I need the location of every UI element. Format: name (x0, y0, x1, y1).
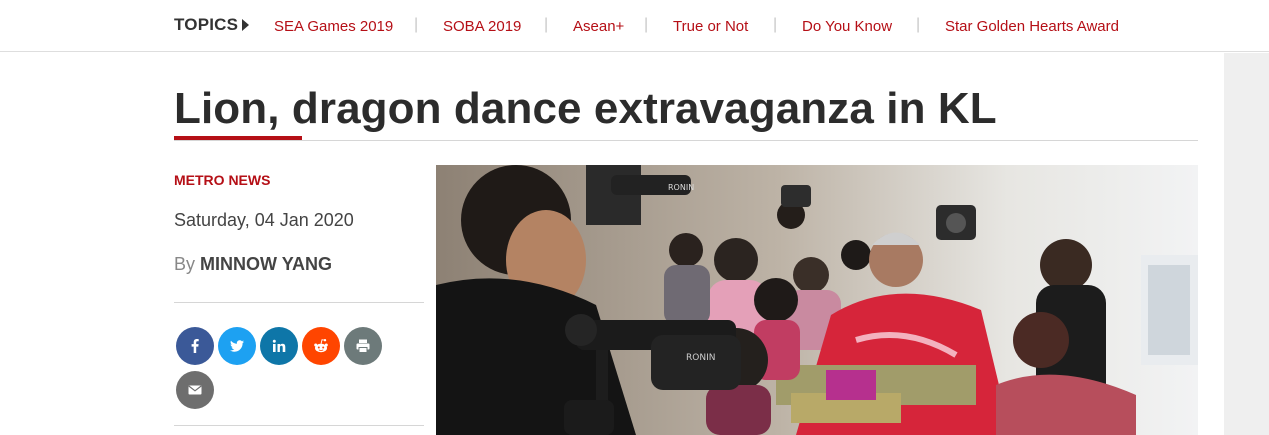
share-twitter-button[interactable] (218, 327, 256, 365)
author-link[interactable]: MINNOW YANG (200, 254, 332, 274)
topics-bar: TOPICS SEA Games 2019 | SOBA 2019 | Asea… (0, 0, 1269, 52)
topic-separator: | (916, 16, 921, 33)
topic-link-do-you-know[interactable]: Do You Know (802, 18, 892, 35)
meta-divider-bottom (174, 425, 424, 426)
right-gutter (1224, 53, 1269, 435)
share-email-button[interactable] (176, 371, 214, 409)
headline-divider (174, 140, 1198, 141)
category-link[interactable]: METRO NEWS (174, 172, 270, 188)
byline-prefix: By (174, 254, 196, 274)
topic-separator: | (414, 16, 419, 33)
topic-separator: | (773, 16, 778, 33)
camera-gimbal-label: RONIN (668, 183, 694, 192)
print-icon (356, 339, 370, 353)
topic-separator: | (644, 16, 649, 33)
topic-separator: | (544, 16, 549, 33)
topic-link-soba-2019[interactable]: SOBA 2019 (443, 18, 521, 35)
share-reddit-button[interactable] (302, 327, 340, 365)
topics-label: TOPICS (174, 15, 239, 34)
caret-right-icon (242, 19, 249, 31)
headline-accent-bar (174, 136, 302, 140)
publish-date: Saturday, 04 Jan 2020 (174, 210, 354, 230)
share-print-button[interactable] (344, 327, 382, 365)
topic-link-asean[interactable]: Asean+ (573, 18, 624, 35)
facebook-icon (191, 339, 199, 353)
email-icon (188, 385, 202, 395)
share-linkedin-button[interactable] (260, 327, 298, 365)
twitter-icon (230, 340, 244, 352)
camera-gimbal-label: RONIN (686, 353, 715, 363)
article-headline: Lion, dragon dance extravaganza in KL (174, 84, 997, 133)
share-facebook-button[interactable] (176, 327, 214, 365)
meta-divider-top (174, 302, 424, 303)
reddit-icon (314, 339, 328, 353)
topic-link-sea-games-2019[interactable]: SEA Games 2019 (274, 18, 393, 35)
hero-image: RONIN RONIN (436, 165, 1198, 435)
topic-link-star-golden-hearts-award[interactable]: Star Golden Hearts Award (945, 18, 1119, 35)
linkedin-icon (272, 339, 286, 352)
photo-image: RONIN RONIN (436, 165, 1198, 435)
topic-link-true-or-not[interactable]: True or Not (673, 18, 748, 35)
byline: By MINNOW YANG (174, 254, 332, 275)
